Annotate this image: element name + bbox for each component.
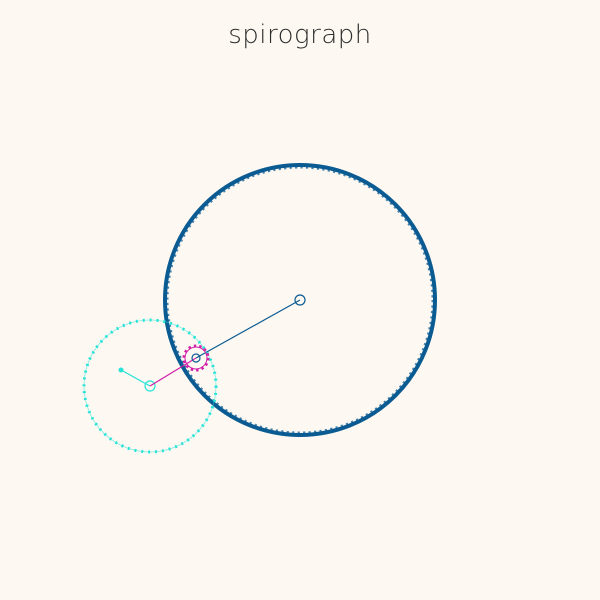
outer-arm-line	[195, 299, 301, 359]
cyan-pen-point	[118, 367, 124, 373]
cyan-arm-line	[120, 369, 151, 387]
spirograph-stage: spirograph	[0, 0, 600, 600]
spirograph-canvas	[82, 163, 437, 454]
